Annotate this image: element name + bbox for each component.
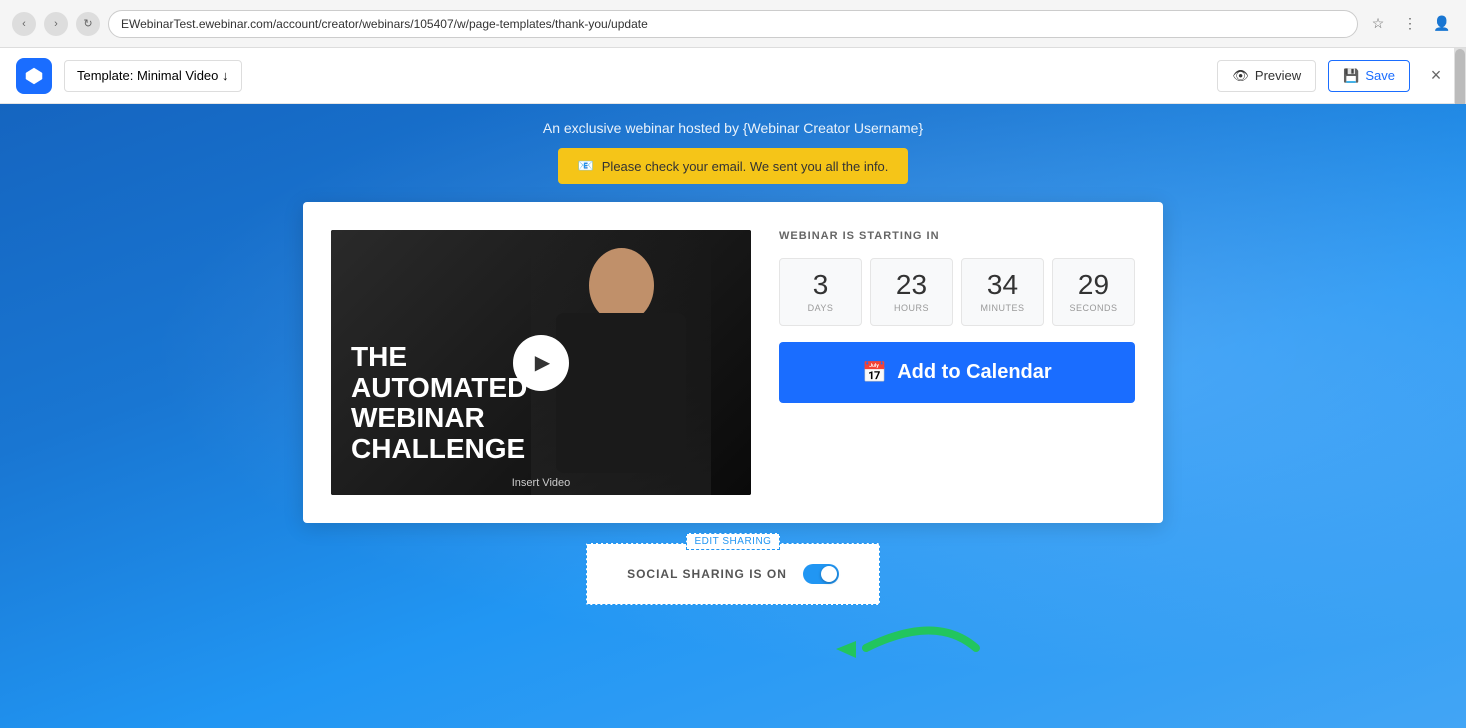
video-title-line4: CHALLENGE <box>351 434 527 465</box>
template-label: Template: Minimal Video ↓ <box>77 68 229 83</box>
countdown-hours: 23 HOURS <box>870 258 953 326</box>
video-title: THE AUTOMATED WEBINAR CHALLENGE <box>351 342 527 465</box>
add-to-calendar-button[interactable]: 📅 Add to Calendar <box>779 342 1135 403</box>
bookmark-button[interactable]: ☆ <box>1366 12 1390 36</box>
edit-sharing-label[interactable]: EDIT SHARING <box>686 533 781 550</box>
browser-actions: ☆ ⋮ 👤 <box>1366 12 1454 36</box>
video-title-line1: THE <box>351 342 527 373</box>
countdown-seconds-value: 29 <box>1061 271 1126 299</box>
green-arrow-icon <box>806 603 1006 693</box>
countdown-minutes-value: 34 <box>970 271 1035 299</box>
scrollbar-thumb[interactable] <box>1455 49 1465 109</box>
countdown-seconds-label: SECONDS <box>1061 303 1126 313</box>
browser-bar: ‹ › ↻ EWebinarTest.ewebinar.com/account/… <box>0 0 1466 48</box>
arrow-indicator <box>806 603 1006 698</box>
countdown: 3 DAYS 23 HOURS 34 MINUTES 29 SECONDS <box>779 258 1135 326</box>
logo-icon <box>16 58 52 94</box>
url-bar[interactable]: EWebinarTest.ewebinar.com/account/creato… <box>108 10 1358 38</box>
countdown-hours-label: HOURS <box>879 303 944 313</box>
video-title-line3: WEBINAR <box>351 403 527 434</box>
insert-video-label: Insert Video <box>512 477 571 489</box>
video-thumbnail[interactable]: THE AUTOMATED WEBINAR CHALLENGE ▶ Insert… <box>331 230 751 495</box>
hosted-text-label: An exclusive webinar hosted by {Webinar … <box>543 120 923 136</box>
social-sharing-box: SOCIAL SHARING IS ON <box>586 543 880 605</box>
profile-button[interactable]: 👤 <box>1430 12 1454 36</box>
app-header: Template: Minimal Video ↓ 👁 Preview 💾 Sa… <box>0 48 1466 104</box>
countdown-days-label: DAYS <box>788 303 853 313</box>
extensions-button[interactable]: ⋮ <box>1398 12 1422 36</box>
preview-button[interactable]: 👁 Preview <box>1217 60 1316 92</box>
add-calendar-label: Add to Calendar <box>897 361 1051 384</box>
close-icon: × <box>1431 65 1442 86</box>
close-button[interactable]: × <box>1422 62 1450 90</box>
countdown-days: 3 DAYS <box>779 258 862 326</box>
countdown-minutes: 34 MINUTES <box>961 258 1044 326</box>
save-icon: 💾 <box>1343 68 1359 84</box>
preview-label: Preview <box>1255 68 1301 83</box>
template-selector[interactable]: Template: Minimal Video ↓ <box>64 60 242 92</box>
save-button[interactable]: 💾 Save <box>1328 60 1410 92</box>
eye-icon: 👁 <box>1232 68 1249 84</box>
main-content: An exclusive webinar hosted by {Webinar … <box>0 104 1466 728</box>
countdown-seconds: 29 SECONDS <box>1052 258 1135 326</box>
save-label: Save <box>1365 68 1395 83</box>
url-text: EWebinarTest.ewebinar.com/account/creato… <box>121 17 648 31</box>
back-button[interactable]: ‹ <box>12 12 36 36</box>
email-icon: 📧 <box>578 158 594 174</box>
countdown-hours-value: 23 <box>879 271 944 299</box>
social-sharing-text: SOCIAL SHARING IS ON <box>627 567 787 581</box>
content-card: THE AUTOMATED WEBINAR CHALLENGE ▶ Insert… <box>303 202 1163 523</box>
right-panel: WEBINAR IS STARTING IN 3 DAYS 23 HOURS 3… <box>779 230 1135 495</box>
countdown-days-value: 3 <box>788 271 853 299</box>
video-title-line2: AUTOMATED <box>351 373 527 404</box>
play-icon: ▶ <box>535 350 550 375</box>
calendar-icon: 📅 <box>862 360 887 385</box>
refresh-button[interactable]: ↻ <box>76 12 100 36</box>
social-sharing-toggle[interactable] <box>803 564 839 584</box>
hosted-text: An exclusive webinar hosted by {Webinar … <box>543 120 923 136</box>
email-banner: 📧 Please check your email. We sent you a… <box>558 148 909 184</box>
social-sharing-section: EDIT SHARING SOCIAL SHARING IS ON <box>586 543 880 605</box>
email-banner-text: Please check your email. We sent you all… <box>602 159 889 174</box>
video-play-button[interactable]: ▶ <box>513 335 569 391</box>
toggle-knob <box>821 566 837 582</box>
countdown-minutes-label: MINUTES <box>970 303 1035 313</box>
forward-button[interactable]: › <box>44 12 68 36</box>
webinar-starting-label: WEBINAR IS STARTING IN <box>779 230 1135 242</box>
